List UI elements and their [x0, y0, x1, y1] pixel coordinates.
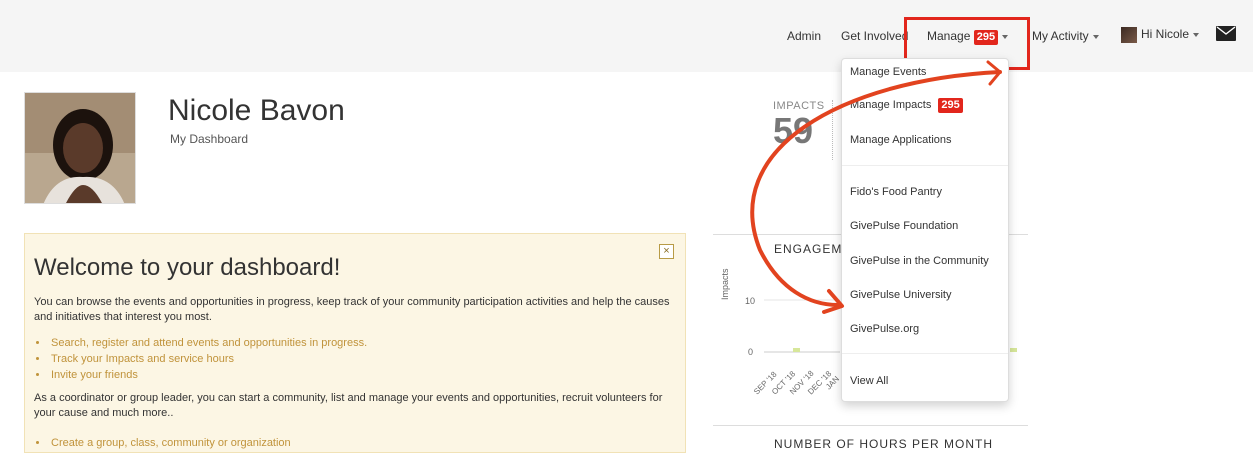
nav-admin[interactable]: Admin	[787, 29, 821, 43]
menu-divider	[842, 353, 1008, 354]
chevron-down-icon	[1092, 34, 1099, 39]
menu-divider	[842, 165, 1008, 166]
nav-get-involved[interactable]: Get Involved	[841, 29, 908, 43]
chevron-down-icon	[1193, 33, 1200, 37]
welcome-link-track[interactable]: Track your Impacts and service hours	[49, 351, 367, 367]
profile-name: Nicole Bavon	[168, 94, 345, 127]
nav-manage-label: Manage	[927, 29, 971, 43]
menu-item-manage-applications[interactable]: Manage Applications	[850, 134, 952, 146]
welcome-link-search[interactable]: Search, register and attend events and o…	[49, 335, 367, 351]
stat-divider	[832, 100, 833, 160]
welcome-intro: You can browse the events and opportunit…	[34, 296, 670, 323]
welcome-link-invite[interactable]: Invite your friends	[49, 367, 367, 383]
chevron-down-icon	[1002, 34, 1009, 39]
nav-my-activity[interactable]: My Activity	[1032, 29, 1099, 43]
top-navbar: Admin Get Involved Manage 295 My Activit…	[0, 0, 1253, 72]
menu-item-givepulse-foundation[interactable]: GivePulse Foundation	[850, 220, 958, 232]
chart-y-axis-title: Impacts	[720, 268, 730, 300]
user-greeting: Hi Nicole	[1141, 27, 1190, 42]
envelope-icon[interactable]	[1216, 26, 1236, 41]
welcome-link-list: Search, register and attend events and o…	[49, 335, 367, 383]
close-icon[interactable]: ×	[659, 244, 674, 259]
menu-item-givepulse-org[interactable]: GivePulse.org	[850, 323, 919, 335]
impacts-value: 59	[773, 110, 814, 151]
welcome-link-create-group[interactable]: Create a group, class, community or orga…	[49, 435, 291, 451]
menu-item-label: Manage Impacts	[850, 99, 932, 111]
user-avatar-small	[1121, 27, 1137, 43]
menu-item-givepulse-community[interactable]: GivePulse in the Community	[850, 255, 989, 267]
hours-chart-title: NUMBER OF HOURS PER MONTH	[774, 437, 994, 451]
welcome-panel: Welcome to your dashboard! × You can bro…	[24, 233, 686, 453]
profile-photo	[24, 92, 136, 204]
profile-subtitle: My Dashboard	[170, 132, 249, 146]
menu-item-view-all[interactable]: View All	[850, 375, 888, 387]
welcome-leader-list: Create a group, class, community or orga…	[49, 435, 291, 451]
y-tick-label: 10	[745, 296, 756, 306]
impacts-count-badge: 295	[938, 98, 963, 113]
chart-divider	[713, 425, 1028, 426]
manage-count-badge: 295	[973, 30, 999, 45]
menu-item-fidos-food-pantry[interactable]: Fido's Food Pantry	[850, 186, 942, 198]
y-tick-label: 0	[748, 347, 754, 357]
welcome-title: Welcome to your dashboard!	[34, 254, 341, 281]
manage-dropdown-menu: Manage Events Manage Impacts 295 Manage …	[841, 58, 1009, 402]
menu-item-givepulse-university[interactable]: GivePulse University	[850, 289, 951, 301]
engagement-title: ENGAGEM	[774, 242, 843, 256]
nav-user-menu[interactable]: Hi Nicole	[1121, 27, 1200, 43]
nav-manage[interactable]: Manage 295	[927, 29, 1009, 45]
menu-item-manage-impacts[interactable]: Manage Impacts 295	[850, 98, 963, 113]
welcome-leader-text: As a coordinator or group leader, you ca…	[34, 392, 663, 419]
menu-item-manage-events[interactable]: Manage Events	[850, 66, 926, 78]
impacts-stat: IMPACTS 59	[773, 100, 825, 150]
nav-my-activity-label: My Activity	[1032, 29, 1089, 43]
